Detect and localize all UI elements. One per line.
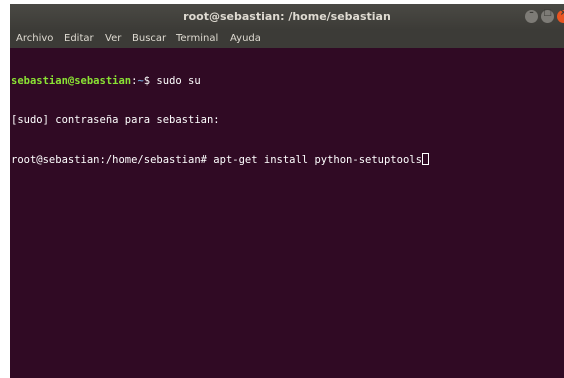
menu-item-terminal[interactable]: Terminal [176,33,218,44]
menu-item-editar[interactable]: Editar [64,33,94,44]
window-title: root@sebastian: /home/sebastian [183,10,391,23]
window-controls: – □ × [525,8,564,23]
title-bar[interactable]: root@sebastian: /home/sebastian – □ × [10,4,564,30]
close-button[interactable]: × [557,8,564,23]
command-text: apt-get install python-setuptools [213,154,422,166]
terminal-line-3: root@sebastian:/home/sebastian# apt-get … [11,153,563,166]
menu-item-ayuda[interactable]: Ayuda [230,33,261,44]
terminal-line-2: [sudo] contraseña para sebastian: [11,114,563,127]
menu-item-archivo[interactable]: Archivo [16,33,53,44]
root-prompt: root@sebastian:/home/sebastian# [11,154,214,166]
minimize-button[interactable]: – [525,8,538,23]
maximize-button[interactable]: □ [541,8,554,23]
maximize-icon: □ [543,8,552,18]
prompt-user-host: sebastian@sebastian [11,75,132,87]
terminal-output[interactable]: sebastian@sebastian:~$ sudo su [sudo] co… [10,48,564,378]
close-icon: × [559,8,564,18]
menu-item-ver[interactable]: Ver [105,33,121,44]
terminal-line-1: sebastian@sebastian:~$ sudo su [11,75,563,88]
text-cursor [421,153,429,165]
minimize-icon: – [529,8,534,18]
menu-bar: Archivo Editar Ver Buscar Terminal Ayuda [10,30,564,48]
terminal-window: root@sebastian: /home/sebastian – □ × Ar… [10,4,564,378]
menu-item-buscar[interactable]: Buscar [132,33,166,44]
command-text: sudo su [156,75,201,87]
prompt-symbol: $ [143,75,157,87]
sudo-password-prompt: [sudo] contraseña para sebastian: [11,114,220,126]
